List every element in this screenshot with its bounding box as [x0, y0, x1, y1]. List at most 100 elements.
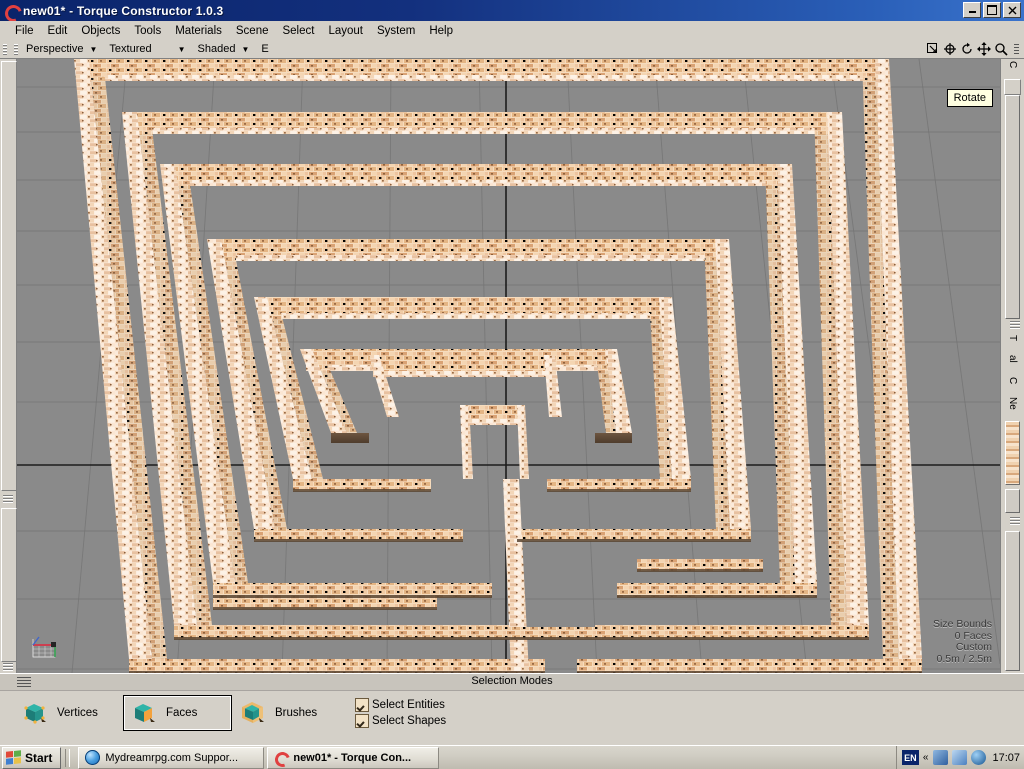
- torque-spiral-icon: [274, 751, 288, 765]
- mode-button-vertices[interactable]: Vertices: [14, 695, 123, 731]
- maximize-button[interactable]: [983, 2, 1001, 18]
- menu-bar: File Edit Objects Tools Materials Scene …: [0, 21, 1024, 40]
- material-preview-swatch[interactable]: [1005, 421, 1020, 485]
- cube-vertices-icon: [24, 704, 46, 724]
- minimize-button[interactable]: [963, 2, 981, 18]
- title-bar: new01* - Torque Constructor 1.0.3: [0, 0, 1024, 21]
- start-button[interactable]: Start: [2, 746, 62, 769]
- stat-grid-size: 0.5m / 2.5m: [936, 652, 992, 665]
- window-title: new01* - Torque Constructor 1.0.3: [23, 3, 224, 18]
- right-dock-label-4[interactable]: C: [1007, 377, 1018, 384]
- menu-edit[interactable]: Edit: [41, 23, 75, 39]
- display-icon[interactable]: [952, 750, 968, 765]
- left-dock-grip-2[interactable]: [3, 663, 13, 672]
- right-dock-scroll-1[interactable]: [1005, 95, 1020, 319]
- cube-brushes-icon: [242, 702, 264, 723]
- left-dock-panel-1[interactable]: [1, 61, 17, 491]
- right-dock-label-2[interactable]: T: [1007, 335, 1018, 341]
- windows-taskbar: Start Mydreamrpg.com Suppor... new01* - …: [0, 745, 1024, 769]
- start-label: Start: [25, 750, 53, 765]
- system-clock[interactable]: 17:07: [992, 752, 1020, 764]
- chevron-left-icon[interactable]: «: [923, 752, 929, 763]
- left-dock-panel-2[interactable]: [1, 508, 17, 662]
- right-dock-strip: C T al C Ne: [1000, 59, 1024, 673]
- scale-icon[interactable]: [942, 41, 958, 57]
- network-icon[interactable]: [933, 750, 949, 765]
- right-dock-scroll-3[interactable]: [1005, 531, 1020, 671]
- taskbar-item-browser[interactable]: Mydreamrpg.com Suppor...: [78, 746, 265, 769]
- taskbar-item-torque-label: new01* - Torque Con...: [293, 751, 412, 764]
- selection-modes-panel: Selection Modes Vertices Faces Brushes S…: [0, 673, 1024, 735]
- cube-faces-icon: [135, 704, 155, 722]
- toolbar-grip-1[interactable]: [2, 42, 9, 57]
- left-dock-grip-1[interactable]: [3, 495, 13, 504]
- select-shapes-checkbox[interactable]: [355, 714, 369, 728]
- right-dock-label-3[interactable]: al: [1007, 355, 1018, 363]
- axis-gizmo-icon: [32, 636, 56, 658]
- viewport-3d-scene: [17, 59, 1000, 673]
- right-dock-grip-1[interactable]: [1010, 321, 1020, 330]
- close-button[interactable]: [1003, 2, 1021, 18]
- render-mode-dropdown[interactable]: Textured ▼: [105, 41, 191, 57]
- select-entities-label: Select Entities: [372, 699, 445, 711]
- shading-mode-value: Shaded: [197, 43, 236, 55]
- chevron-down-icon: ▼: [89, 44, 98, 54]
- extra-mode-dropdown[interactable]: E: [257, 41, 272, 57]
- window-controls: [963, 2, 1021, 18]
- menu-system[interactable]: System: [370, 23, 422, 39]
- selection-filters: Select Entities Select Shapes: [355, 698, 446, 728]
- selection-modes-body: Vertices Faces Brushes Select Entities S…: [14, 692, 1016, 734]
- mode-label-vertices: Vertices: [57, 707, 98, 719]
- chevron-down-icon: ▼: [241, 44, 250, 54]
- view-toolbar: Perspective ▼ Textured ▼ Shaded ▼ E: [0, 40, 1024, 59]
- menu-file[interactable]: File: [8, 23, 41, 39]
- move-icon[interactable]: [976, 41, 992, 57]
- mode-label-faces: Faces: [166, 707, 198, 719]
- toolbar-grip-2[interactable]: [13, 42, 20, 57]
- shading-mode-dropdown[interactable]: Shaded ▼: [194, 41, 256, 57]
- zoom-icon[interactable]: [993, 41, 1009, 57]
- mode-button-brushes[interactable]: Brushes: [232, 695, 341, 731]
- right-dock-label-1[interactable]: C: [1007, 61, 1018, 68]
- extra-mode-value: E: [261, 43, 269, 55]
- menu-help[interactable]: Help: [422, 23, 460, 39]
- toolbar-grip-3[interactable]: [1013, 42, 1020, 57]
- torque-spiral-icon: [3, 3, 19, 19]
- select-shapes-label: Select Shapes: [372, 715, 447, 727]
- toolbar-right-icons: [925, 41, 1020, 57]
- select-entities-checkbox[interactable]: [355, 698, 369, 712]
- render-mode-value: Textured: [109, 43, 152, 55]
- viewport-stats: Size Bounds 0 Faces Custom 0.5m / 2.5m: [933, 618, 992, 665]
- rotate-icon[interactable]: [959, 41, 975, 57]
- menu-layout[interactable]: Layout: [321, 23, 370, 39]
- mode-button-faces[interactable]: Faces: [123, 695, 232, 731]
- menu-materials[interactable]: Materials: [168, 23, 229, 39]
- taskbar-item-browser-label: Mydreamrpg.com Suppor...: [105, 751, 239, 764]
- application-window: new01* - Torque Constructor 1.0.3 File E…: [0, 0, 1024, 769]
- main-workspace: Rotate Size Bounds 0 Faces Custom 0.5m /…: [0, 59, 1024, 673]
- stat-size-bounds: Size Bounds: [933, 618, 992, 630]
- right-dock-scroll-2[interactable]: [1005, 489, 1020, 513]
- menu-select[interactable]: Select: [275, 23, 321, 39]
- right-dock-label-5[interactable]: Ne: [1007, 397, 1018, 410]
- windows-logo-icon: [6, 750, 21, 765]
- view-mode-value: Perspective: [26, 43, 84, 55]
- perspective-viewport[interactable]: Rotate Size Bounds 0 Faces Custom 0.5m /…: [17, 59, 1000, 673]
- mode-label-brushes: Brushes: [275, 707, 318, 719]
- checkbox-row-select-entities[interactable]: Select Entities: [355, 698, 446, 712]
- menu-tools[interactable]: Tools: [127, 23, 168, 39]
- right-dock-panel-1[interactable]: [1004, 79, 1021, 95]
- right-dock-grip-2[interactable]: [1010, 517, 1020, 526]
- language-indicator[interactable]: EN: [901, 750, 919, 765]
- rotate-tooltip: Rotate: [946, 89, 993, 107]
- audio-icon[interactable]: [971, 750, 987, 765]
- checkbox-row-select-shapes[interactable]: Select Shapes: [355, 714, 446, 728]
- view-mode-dropdown[interactable]: Perspective ▼: [22, 41, 103, 57]
- menu-objects[interactable]: Objects: [74, 23, 127, 39]
- menu-scene[interactable]: Scene: [229, 23, 276, 39]
- select-box-icon[interactable]: [925, 41, 941, 57]
- taskbar-item-torque[interactable]: new01* - Torque Con...: [267, 746, 440, 769]
- stat-custom: Custom: [955, 641, 992, 653]
- selection-modes-title: Selection Modes: [471, 675, 553, 687]
- taskbar-separator: [65, 748, 71, 767]
